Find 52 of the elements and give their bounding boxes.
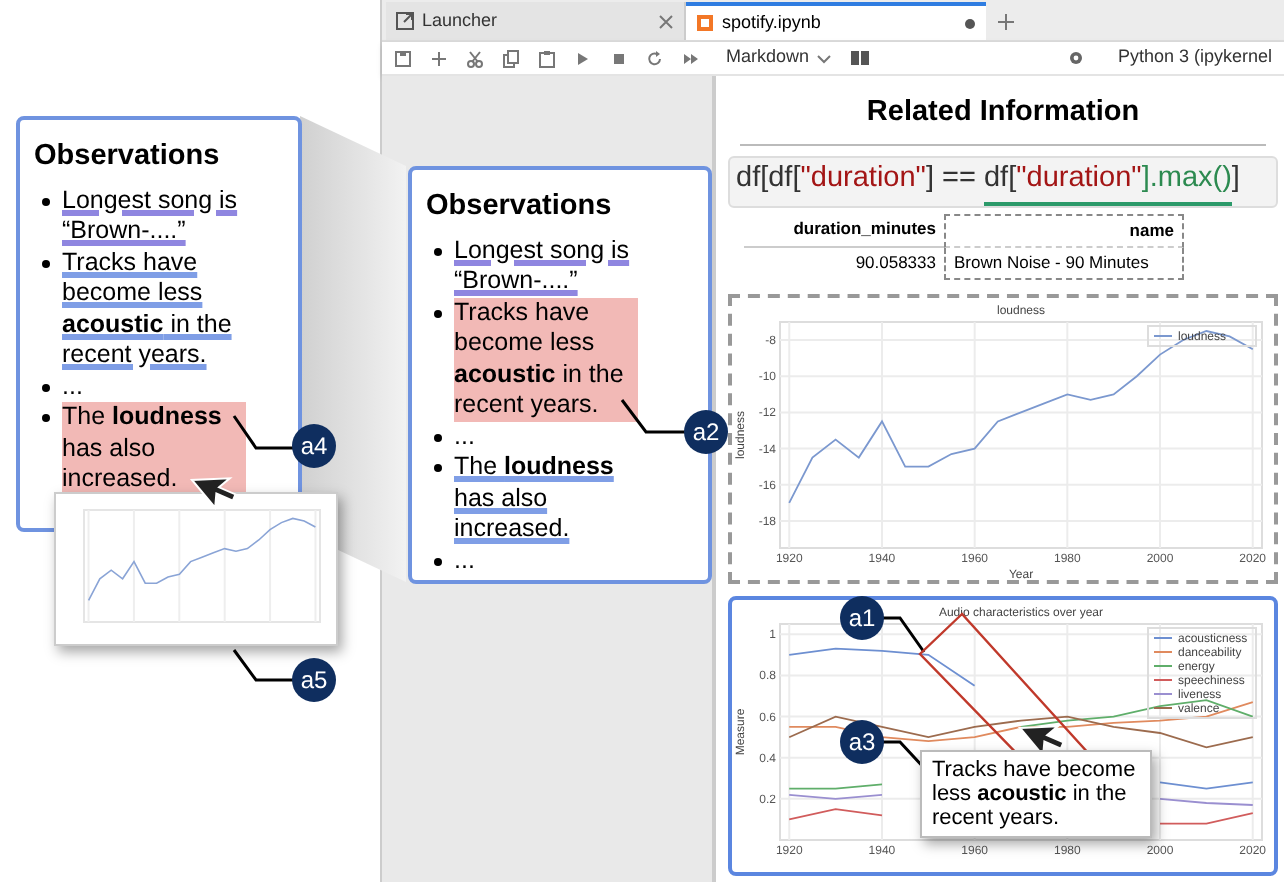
tab[interactable]: spotify.ipynb (686, 2, 986, 40)
bullet-icon (434, 433, 442, 442)
leader-line (232, 649, 294, 682)
leader-line (232, 415, 294, 450)
bullet-icon (42, 414, 50, 423)
cut-icon[interactable] (466, 49, 484, 67)
paste-icon[interactable] (538, 49, 556, 67)
bullet-icon (42, 383, 50, 392)
fast-forward-icon[interactable] (682, 49, 700, 67)
add-icon[interactable] (430, 49, 448, 67)
chevron-down-icon (815, 51, 832, 65)
tab[interactable]: Launcher (386, 2, 686, 40)
bullet-icon (42, 259, 50, 268)
observation-text: Longest song is “Brown-....” (454, 235, 632, 298)
callout-text: Tracks have become less acoustic in the recent years. (920, 750, 1152, 838)
observation-text: Tracks have become less acoustic in the recent years. (62, 247, 234, 372)
run-icon[interactable] (574, 49, 592, 67)
bullet-icon (42, 197, 50, 206)
notebook-icon (696, 14, 714, 32)
code-cell: df[df["duration"] == df["duration"].max()] (728, 155, 1278, 208)
column-header: name (944, 213, 1184, 248)
kernel-status-icon[interactable] (1067, 50, 1084, 66)
bullet-icon (434, 309, 442, 318)
external-link-icon (396, 12, 414, 30)
observation-text: Tracks have become less acoustic in the recent years. (454, 297, 638, 422)
observations-heading: Observations (34, 138, 222, 176)
observation-text: ... (454, 421, 477, 453)
observation-text: The loudness has also increased. (454, 452, 616, 546)
save-icon[interactable] (394, 49, 412, 67)
unsaved-dot-icon[interactable] (964, 17, 976, 29)
column-header: duration_minutes (744, 213, 944, 248)
section-heading: Related Information (740, 92, 1266, 146)
restart-icon[interactable] (646, 49, 664, 67)
bullet-icon (434, 557, 442, 566)
table-cell-text: 90.058333 (853, 249, 938, 276)
table-cell: Brown Noise - 90 Minutes (944, 247, 1184, 280)
observation-text: ... (454, 545, 477, 577)
kernel-name[interactable]: Python 3 (ipykernel (1117, 44, 1272, 72)
bullet-icon (434, 464, 442, 473)
cell-type-dropdown[interactable]: Markdown (726, 44, 832, 72)
observations-heading: Observations (426, 188, 614, 226)
leader-line (620, 399, 688, 434)
observation-text: ... (62, 371, 85, 403)
stop-icon[interactable] (610, 49, 628, 67)
annotation-badge: a5 (292, 658, 336, 702)
add-tab-icon[interactable] (996, 12, 1016, 32)
bullet-icon (434, 247, 442, 256)
copy-icon[interactable] (502, 49, 520, 67)
observation-text: The loudness has also increased. (62, 402, 246, 496)
book-icon[interactable] (849, 48, 870, 68)
observation-text: Longest song is “Brown-....” (62, 185, 240, 248)
close-icon[interactable] (658, 13, 674, 29)
